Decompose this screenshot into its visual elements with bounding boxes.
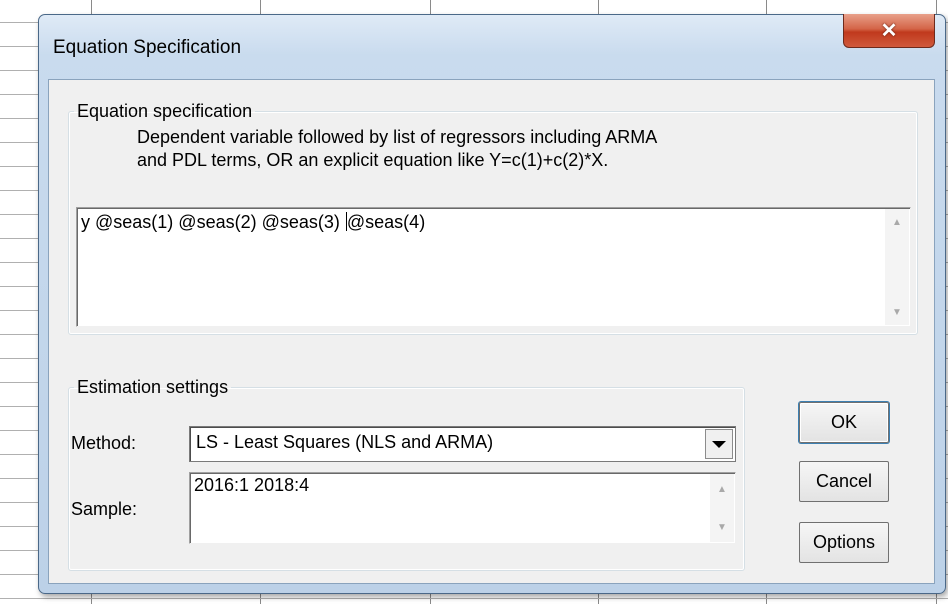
- method-label: Method:: [71, 433, 137, 453]
- close-button[interactable]: ✕: [843, 14, 935, 48]
- equation-scrollbar[interactable]: ▲ ▼: [885, 209, 909, 325]
- method-dropdown-button[interactable]: [705, 429, 733, 459]
- method-selected-value: LS - Least Squares (NLS and ARMA): [196, 432, 494, 452]
- sample-label: Sample:: [71, 499, 138, 519]
- close-icon: ✕: [880, 20, 898, 42]
- equation-specification-legend: Equation specification: [77, 101, 253, 121]
- equation-text-before-caret: y @seas(1) @seas(2) @seas(3): [81, 212, 345, 232]
- estimation-settings-legend: Estimation settings: [77, 377, 229, 397]
- spec-description-line2: and PDL terms, OR an explicit equation l…: [137, 150, 609, 170]
- scroll-down-icon[interactable]: ▼: [885, 301, 909, 323]
- method-select[interactable]: LS - Least Squares (NLS and ARMA): [189, 426, 736, 462]
- sample-input[interactable]: 2016:1 2018:4 ▲ ▼: [189, 472, 736, 544]
- spec-description-line1: Dependent variable followed by list of r…: [137, 127, 658, 147]
- cancel-button[interactable]: Cancel: [799, 461, 889, 502]
- dialog-client-area: Equation specification Dependent variabl…: [48, 79, 935, 584]
- scroll-up-icon[interactable]: ▲: [710, 478, 734, 500]
- title-bar[interactable]: Equation Specification ✕: [39, 14, 945, 77]
- equation-input[interactable]: y @seas(1) @seas(2) @seas(3) @seas(4) ▲ …: [76, 207, 911, 327]
- sample-scrollbar[interactable]: ▲ ▼: [710, 474, 734, 542]
- equation-specification-dialog: Equation Specification ✕ Equation specif…: [38, 14, 946, 594]
- options-button[interactable]: Options: [799, 522, 889, 563]
- equation-text-after-caret: @seas(4): [346, 212, 426, 232]
- ok-button[interactable]: OK: [799, 402, 889, 443]
- scroll-up-icon[interactable]: ▲: [885, 211, 909, 233]
- chevron-down-icon: [712, 440, 726, 448]
- sample-value: 2016:1 2018:4: [194, 475, 310, 495]
- scroll-down-icon[interactable]: ▼: [710, 516, 734, 538]
- dialog-title: Equation Specification: [53, 37, 242, 58]
